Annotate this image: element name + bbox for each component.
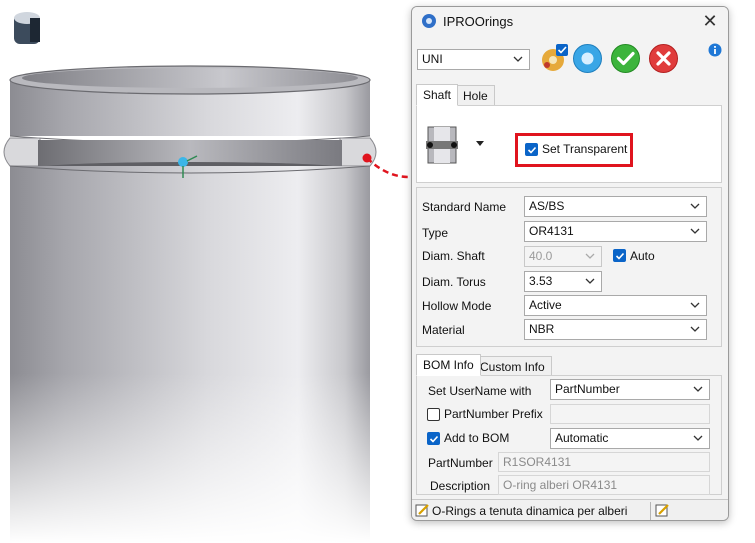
chevron-down-icon xyxy=(690,203,700,209)
cancel-x-icon[interactable] xyxy=(648,43,679,74)
shaft-oring-icon[interactable] xyxy=(424,125,460,165)
diam-shaft-label: Diam. Shaft xyxy=(422,249,485,263)
check-icon xyxy=(429,435,439,443)
info-icon[interactable] xyxy=(708,43,722,57)
set-transparent-checkbox[interactable] xyxy=(525,143,538,156)
diam-torus-value: 3.53 xyxy=(529,274,553,288)
partnumber-prefix-input[interactable] xyxy=(550,404,710,424)
tab-hole-label: Hole xyxy=(463,89,488,103)
status-separator xyxy=(650,502,651,520)
diam-torus-select[interactable]: 3.53 xyxy=(524,271,602,292)
reset-circle-icon[interactable] xyxy=(572,43,603,74)
edit-note-icon[interactable] xyxy=(655,503,670,518)
tab-shaft-label: Shaft xyxy=(423,88,452,102)
status-text: O-Rings a tenuta dinamica per alberi xyxy=(432,504,628,518)
check-icon xyxy=(527,146,537,154)
diam-torus-label: Diam. Torus xyxy=(422,275,486,289)
title-bar[interactable]: IPROOrings ✕ xyxy=(412,7,728,35)
material-label: Material xyxy=(422,323,465,337)
partnumber-input[interactable]: R1SOR4131 xyxy=(498,452,710,472)
tab-hole[interactable]: Hole xyxy=(456,85,495,107)
edit-note-icon[interactable] xyxy=(415,503,430,518)
ok-check-icon[interactable] xyxy=(610,43,641,74)
chevron-down-icon xyxy=(585,253,595,259)
window-title: IPROOrings xyxy=(443,14,514,29)
material-select[interactable]: NBR xyxy=(524,319,707,340)
standard-name-value: AS/BS xyxy=(529,199,565,213)
set-username-label: Set UserName with xyxy=(428,384,532,398)
tab-bom-info-label: BOM Info xyxy=(423,358,474,372)
set-username-value: PartNumber xyxy=(555,382,620,396)
add-to-bom-select[interactable]: Automatic xyxy=(550,428,710,449)
tab-custom-info-label: Custom Info xyxy=(480,360,545,374)
chevron-down-icon xyxy=(513,56,523,62)
partnumber-prefix-label: PartNumber Prefix xyxy=(444,407,543,421)
chevron-down-icon xyxy=(693,435,703,441)
iproorings-dialog: IPROOrings ✕ UNI Shaft Hole Set Transpar… xyxy=(411,6,729,521)
type-value: OR4131 xyxy=(529,224,574,238)
set-username-select[interactable]: PartNumber xyxy=(550,379,710,400)
description-input[interactable]: O-ring alberi OR4131 xyxy=(498,475,710,495)
standard-select-value: UNI xyxy=(422,52,443,66)
diam-shaft-value: 40.0 xyxy=(529,249,553,263)
add-to-bom-value: Automatic xyxy=(555,431,609,445)
chevron-down-icon xyxy=(690,228,700,234)
chevron-down-icon xyxy=(690,302,700,308)
hollow-mode-label: Hollow Mode xyxy=(422,299,492,313)
hollow-mode-select[interactable]: Active xyxy=(524,295,707,316)
close-icon[interactable]: ✕ xyxy=(700,11,720,31)
view-orientation-icon[interactable] xyxy=(14,12,40,44)
settings-gear-icon[interactable] xyxy=(538,43,569,74)
description-label: Description xyxy=(430,479,491,493)
material-value: NBR xyxy=(529,322,555,336)
hollow-mode-value: Active xyxy=(529,298,562,312)
tab-shaft[interactable]: Shaft xyxy=(416,84,459,106)
tab-bom-info[interactable]: BOM Info xyxy=(416,354,481,376)
partnumber-prefix-checkbox[interactable] xyxy=(427,408,440,421)
chevron-down-icon xyxy=(693,386,703,392)
auto-label: Auto xyxy=(630,249,655,263)
status-bar: O-Rings a tenuta dinamica per alberi xyxy=(412,499,728,520)
chevron-down-icon xyxy=(690,326,700,332)
set-transparent-label: Set Transparent xyxy=(542,142,628,156)
add-to-bom-checkbox[interactable] xyxy=(427,432,440,445)
type-select[interactable]: OR4131 xyxy=(524,221,707,242)
dropdown-arrow-icon[interactable] xyxy=(476,141,484,147)
type-label: Type xyxy=(422,226,449,240)
chevron-down-icon xyxy=(585,278,595,284)
standard-name-select[interactable]: AS/BS xyxy=(524,196,707,217)
gear-drop-icon xyxy=(422,14,436,28)
standard-name-label: Standard Name xyxy=(422,200,507,214)
diam-shaft-select[interactable]: 40.0 xyxy=(524,246,602,267)
cad-viewport[interactable] xyxy=(0,0,410,543)
check-icon xyxy=(615,252,625,260)
partnumber-label: PartNumber xyxy=(428,456,493,470)
standard-select[interactable]: UNI xyxy=(417,49,530,70)
add-to-bom-label: Add to BOM xyxy=(444,431,510,445)
shaft-model xyxy=(0,12,410,543)
auto-checkbox[interactable] xyxy=(613,249,626,262)
